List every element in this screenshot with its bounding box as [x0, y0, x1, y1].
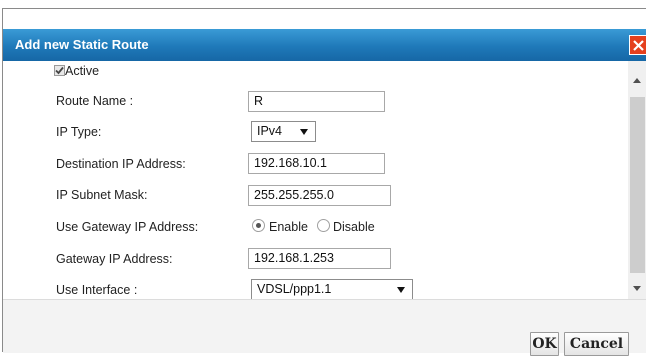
close-icon	[633, 40, 644, 51]
ip-type-label: IP Type:	[56, 125, 102, 139]
ip-type-select[interactable]: IPv4	[251, 121, 316, 142]
check-icon	[55, 66, 64, 75]
vertical-scrollbar[interactable]	[628, 61, 646, 299]
destination-ip-input[interactable]: 192.168.10.1	[248, 153, 385, 174]
chevron-down-icon	[397, 287, 405, 293]
route-name-input[interactable]: R	[248, 91, 385, 112]
chevron-down-icon	[300, 129, 308, 135]
dialog-footer: OK Cancel	[3, 299, 646, 356]
gateway-enable-label: Enable	[269, 220, 308, 234]
gateway-enable-radio[interactable]	[252, 219, 265, 232]
gateway-ip-label: Gateway IP Address:	[56, 252, 173, 266]
scroll-thumb[interactable]	[630, 97, 645, 273]
active-label: Active	[65, 64, 100, 78]
use-interface-select[interactable]: VDSL/ppp1.1	[251, 279, 413, 299]
gateway-disable-label: Disable	[333, 220, 375, 234]
use-gateway-label: Use Gateway IP Address:	[56, 220, 199, 234]
gateway-ip-input[interactable]: 192.168.1.253	[248, 248, 391, 269]
use-interface-value: VDSL/ppp1.1	[257, 282, 332, 296]
static-route-dialog: Add new Static Route Active Route Name :…	[2, 8, 646, 356]
route-name-label: Route Name :	[56, 94, 134, 108]
dialog-title-bar: Add new Static Route	[3, 29, 646, 61]
destination-ip-label: Destination IP Address:	[56, 157, 186, 171]
active-checkbox[interactable]	[54, 65, 65, 76]
dialog-title: Add new Static Route	[15, 37, 149, 52]
subnet-mask-label: IP Subnet Mask:	[56, 188, 148, 202]
use-interface-label: Use Interface :	[56, 283, 138, 297]
dialog-content: Active Route Name : R IP Type: IPv4 Dest…	[3, 61, 628, 299]
ip-type-value: IPv4	[257, 124, 283, 138]
gateway-disable-radio[interactable]	[317, 219, 330, 232]
cancel-button[interactable]: Cancel	[564, 332, 629, 356]
subnet-mask-input[interactable]: 255.255.255.0	[248, 185, 391, 206]
scroll-down-arrow-icon[interactable]	[633, 286, 641, 291]
ok-button[interactable]: OK	[530, 332, 559, 356]
scroll-up-arrow-icon[interactable]	[633, 78, 641, 83]
close-button[interactable]	[629, 35, 646, 55]
